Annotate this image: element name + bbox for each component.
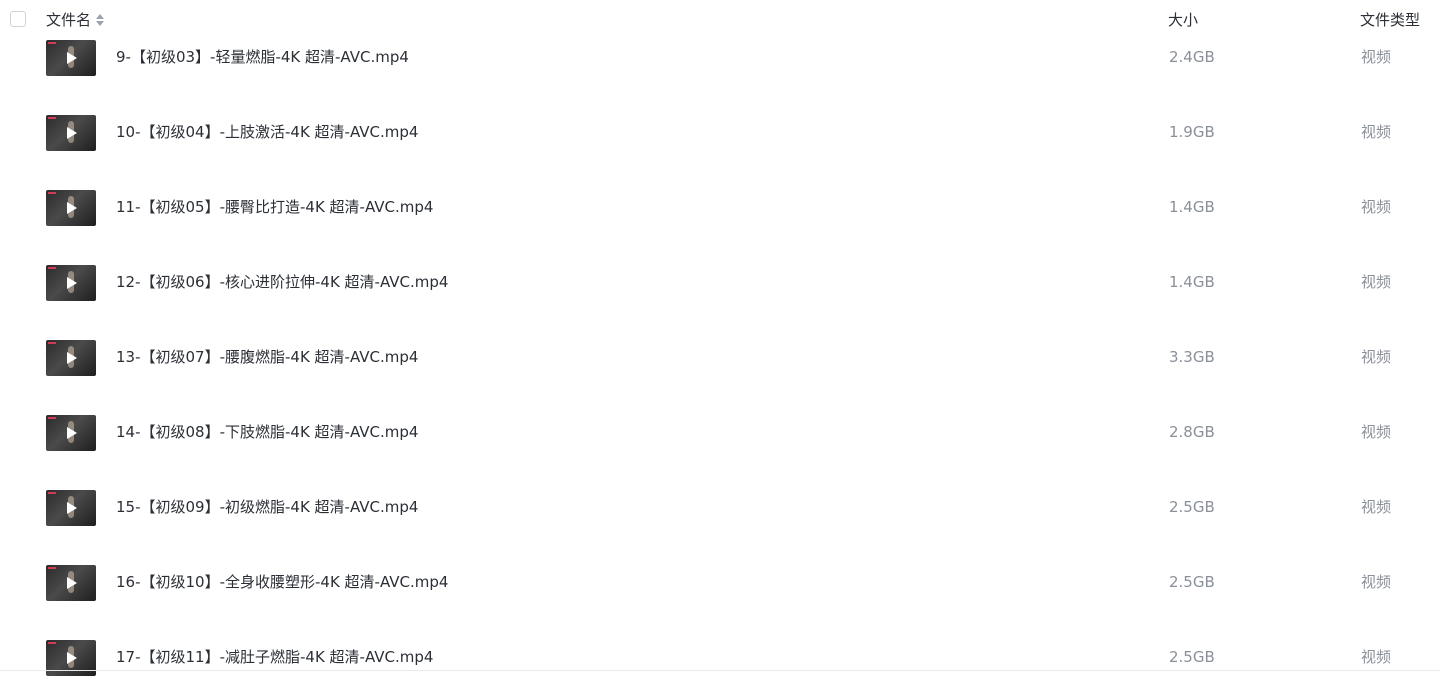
- file-row[interactable]: 12-【初级06】-核心进阶拉伸-4K 超清-AVC.mp4 1.4GB 视频: [0, 245, 1440, 320]
- column-header-name-label: 文件名: [46, 11, 92, 29]
- file-name[interactable]: 14-【初级08】-下肢燃脂-4K 超清-AVC.mp4: [116, 422, 418, 442]
- play-icon: [67, 277, 77, 289]
- column-header-size[interactable]: 大小: [1168, 10, 1198, 30]
- file-type: 视频: [1361, 198, 1392, 216]
- file-list: 9-【初级03】-轻量燃脂-4K 超清-AVC.mp4 2.4GB 视频 10-【初级…: [0, 0, 1440, 677]
- file-size: 1.4GB: [1169, 198, 1215, 216]
- file-type: 视频: [1361, 498, 1392, 516]
- file-name[interactable]: 15-【初级09】-初级燃脂-4K 超清-AVC.mp4: [116, 497, 418, 517]
- file-type: 视频: [1361, 423, 1392, 441]
- video-thumbnail[interactable]: [46, 265, 96, 301]
- play-icon: [67, 202, 77, 214]
- file-type: 视频: [1361, 648, 1392, 666]
- file-row[interactable]: 13-【初级07】-腰腹燃脂-4K 超清-AVC.mp4 3.3GB 视频: [0, 320, 1440, 395]
- file-name[interactable]: 16-【初级10】-全身收腰塑形-4K 超清-AVC.mp4: [116, 572, 448, 592]
- file-row[interactable]: 16-【初级10】-全身收腰塑形-4K 超清-AVC.mp4 2.5GB 视频: [0, 545, 1440, 620]
- video-thumbnail[interactable]: [46, 340, 96, 376]
- play-icon: [67, 52, 77, 64]
- list-header: 文件名 大小 文件类型: [0, 0, 1440, 40]
- file-name[interactable]: 9-【初级03】-轻量燃脂-4K 超清-AVC.mp4: [116, 47, 409, 67]
- column-header-type[interactable]: 文件类型: [1360, 10, 1420, 30]
- divider: [0, 670, 1440, 671]
- file-type: 视频: [1361, 273, 1392, 291]
- file-size: 2.5GB: [1169, 498, 1215, 516]
- file-size: 2.5GB: [1169, 648, 1215, 666]
- file-name[interactable]: 17-【初级11】-减肚子燃脂-4K 超清-AVC.mp4: [116, 647, 433, 667]
- file-size: 2.5GB: [1169, 573, 1215, 591]
- video-thumbnail[interactable]: [46, 190, 96, 226]
- file-row[interactable]: 15-【初级09】-初级燃脂-4K 超清-AVC.mp4 2.5GB 视频: [0, 470, 1440, 545]
- file-size: 3.3GB: [1169, 348, 1215, 366]
- file-type: 视频: [1361, 48, 1392, 66]
- file-name[interactable]: 13-【初级07】-腰腹燃脂-4K 超清-AVC.mp4: [116, 347, 418, 367]
- video-thumbnail[interactable]: [46, 415, 96, 451]
- sort-icon[interactable]: [96, 13, 105, 27]
- play-icon: [67, 352, 77, 364]
- play-icon: [67, 127, 77, 139]
- file-row[interactable]: 17-【初级11】-减肚子燃脂-4K 超清-AVC.mp4 2.5GB 视频: [0, 620, 1440, 677]
- play-icon: [67, 652, 77, 664]
- video-thumbnail[interactable]: [46, 115, 96, 151]
- file-size: 2.4GB: [1169, 48, 1215, 66]
- file-type: 视频: [1361, 348, 1392, 366]
- play-icon: [67, 577, 77, 589]
- video-thumbnail[interactable]: [46, 40, 96, 76]
- file-row[interactable]: 11-【初级05】-腰臀比打造-4K 超清-AVC.mp4 1.4GB 视频: [0, 170, 1440, 245]
- file-row[interactable]: 14-【初级08】-下肢燃脂-4K 超清-AVC.mp4 2.8GB 视频: [0, 395, 1440, 470]
- file-type: 视频: [1361, 573, 1392, 591]
- video-thumbnail[interactable]: [46, 565, 96, 601]
- file-row[interactable]: 10-【初级04】-上肢激活-4K 超清-AVC.mp4 1.9GB 视频: [0, 95, 1440, 170]
- file-size: 1.9GB: [1169, 123, 1215, 141]
- select-all-checkbox[interactable]: [10, 11, 26, 27]
- file-size: 2.8GB: [1169, 423, 1215, 441]
- file-size: 1.4GB: [1169, 273, 1215, 291]
- play-icon: [67, 427, 77, 439]
- column-header-name[interactable]: 文件名: [46, 10, 105, 30]
- video-thumbnail[interactable]: [46, 490, 96, 526]
- file-type: 视频: [1361, 123, 1392, 141]
- file-name[interactable]: 11-【初级05】-腰臀比打造-4K 超清-AVC.mp4: [116, 197, 433, 217]
- file-name[interactable]: 10-【初级04】-上肢激活-4K 超清-AVC.mp4: [116, 122, 418, 142]
- play-icon: [67, 502, 77, 514]
- file-name[interactable]: 12-【初级06】-核心进阶拉伸-4K 超清-AVC.mp4: [116, 272, 448, 292]
